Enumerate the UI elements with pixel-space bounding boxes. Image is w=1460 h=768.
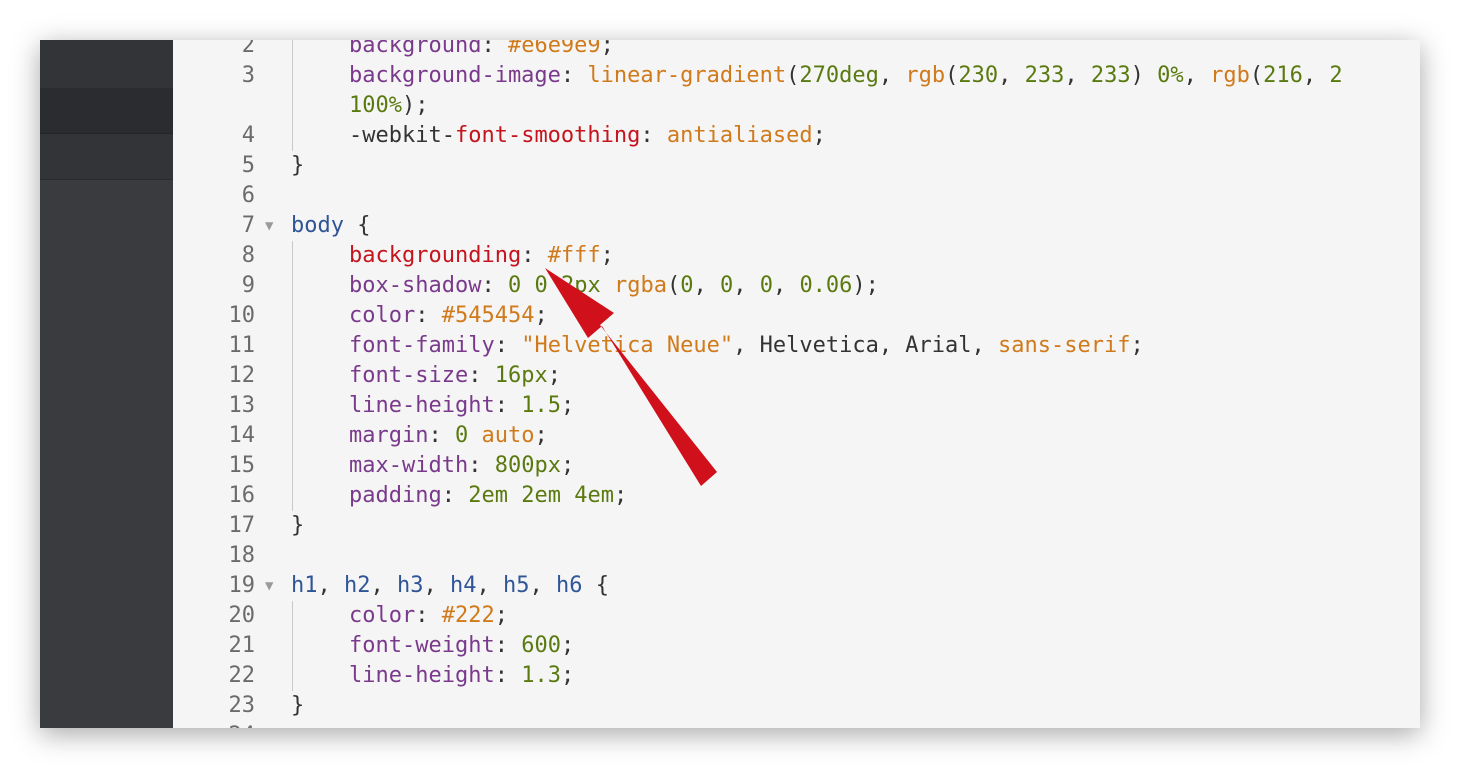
- annotation-arrow: [545, 268, 717, 486]
- arrow-shape: [545, 268, 717, 486]
